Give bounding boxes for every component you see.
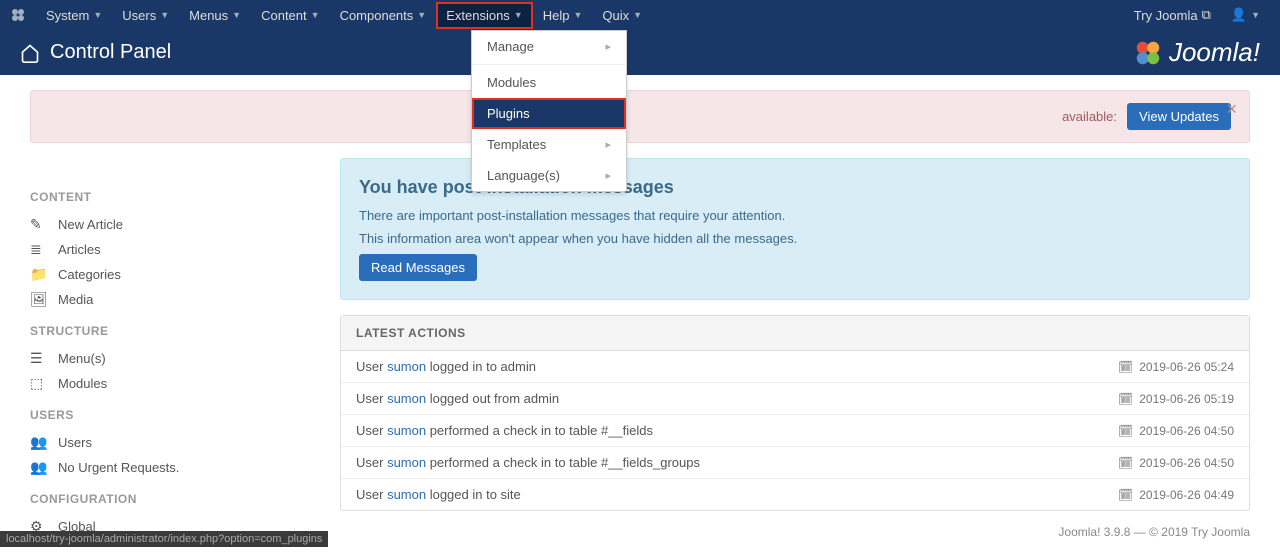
caret-icon: ▼ (633, 10, 642, 20)
sidebar-heading-structure: STRUCTURE (30, 324, 310, 338)
chevron-right-icon: ▸ (605, 40, 611, 53)
sidebar-heading-content: CONTENT (30, 190, 310, 204)
sidebar: CONTENT ✎New Article ≣Articles 📁Categori… (0, 158, 340, 559)
user-icon: 👤 (1231, 7, 1247, 23)
sidebar-heading-config: CONFIGURATION (30, 492, 310, 506)
latest-row: User sumon logged in to admin 🗓2019-06-2… (341, 351, 1249, 383)
read-messages-button[interactable]: Read Messages (359, 254, 477, 281)
sidebar-no-urgent[interactable]: 👥No Urgent Requests. (30, 455, 310, 480)
dropdown-templates[interactable]: Templates▸ (472, 129, 626, 160)
try-joomla-link[interactable]: Try Joomla⧉ (1124, 1, 1221, 29)
chevron-right-icon: ▸ (605, 169, 611, 182)
caret-icon: ▼ (514, 10, 523, 20)
top-navbar: System▼ Users▼ Menus▼ Content▼ Component… (0, 0, 1280, 30)
dropdown-modules[interactable]: Modules (472, 67, 626, 98)
alert-text: available: (1062, 109, 1117, 124)
nav-help[interactable]: Help▼ (533, 2, 593, 29)
caret-icon: ▼ (1251, 10, 1260, 20)
list-icon: ☰ (30, 350, 48, 367)
nav-users[interactable]: Users▼ (112, 2, 179, 29)
image-icon: 🖼 (30, 291, 48, 308)
joomla-small-icon (10, 7, 26, 23)
pencil-icon: ✎ (30, 216, 48, 233)
home-icon (20, 43, 40, 63)
dropdown-plugins[interactable]: Plugins (472, 98, 626, 129)
folder-icon: 📁 (30, 266, 48, 283)
sidebar-new-article[interactable]: ✎New Article (30, 212, 310, 237)
dropdown-manage[interactable]: Manage▸ (472, 31, 626, 62)
latest-row: User sumon performed a check in to table… (341, 447, 1249, 479)
caret-icon: ▼ (573, 10, 582, 20)
close-icon[interactable]: × (1226, 99, 1237, 120)
calendar-icon: 🗓 (1118, 424, 1133, 438)
user-link[interactable]: sumon (387, 487, 426, 502)
user-icon: 👥 (30, 434, 48, 451)
caret-icon: ▼ (232, 10, 241, 20)
main-content: You have post-installation messages Ther… (340, 158, 1280, 559)
nav-quix[interactable]: Quix▼ (592, 2, 652, 29)
nav-system[interactable]: System▼ (36, 2, 112, 29)
user-link[interactable]: sumon (387, 423, 426, 438)
view-updates-button[interactable]: View Updates (1127, 103, 1231, 130)
sidebar-users[interactable]: 👥Users (30, 430, 310, 455)
browser-statusbar: localhost/try-joomla/administrator/index… (0, 531, 328, 547)
sidebar-media[interactable]: 🖼Media (30, 287, 310, 312)
post-install-line2: This information area won't appear when … (359, 231, 1231, 246)
nav-extensions[interactable]: Extensions▼ (436, 2, 533, 29)
caret-icon: ▼ (93, 10, 102, 20)
dropdown-languages[interactable]: Language(s)▸ (472, 160, 626, 191)
external-link-icon: ⧉ (1202, 7, 1211, 23)
latest-row: User sumon logged out from admin 🗓2019-0… (341, 383, 1249, 415)
nav-content[interactable]: Content▼ (251, 2, 329, 29)
caret-icon: ▼ (417, 10, 426, 20)
user-link[interactable]: sumon (387, 455, 426, 470)
sidebar-modules[interactable]: ⬚Modules (30, 371, 310, 396)
extensions-dropdown: Manage▸ Modules Plugins Templates▸ Langu… (471, 30, 627, 192)
calendar-icon: 🗓 (1118, 392, 1133, 406)
sidebar-articles[interactable]: ≣Articles (30, 237, 310, 262)
nav-components[interactable]: Components▼ (330, 2, 437, 29)
caret-icon: ▼ (160, 10, 169, 20)
user-menu[interactable]: 👤▼ (1221, 1, 1270, 29)
user-link[interactable]: sumon (387, 359, 426, 374)
sidebar-heading-users: USERS (30, 408, 310, 422)
updates-alert: available: View Updates × (30, 90, 1250, 143)
nav-menus[interactable]: Menus▼ (179, 2, 251, 29)
footer-text: Joomla! 3.9.8 — © 2019 Try Joomla (1058, 525, 1250, 539)
page-header: Control Panel Joomla! (0, 30, 1280, 75)
calendar-icon: 🗓 (1118, 488, 1133, 502)
stack-icon: ≣ (30, 241, 48, 258)
sidebar-menus[interactable]: ☰Menu(s) (30, 346, 310, 371)
joomla-logo-icon (1133, 38, 1163, 68)
caret-icon: ▼ (311, 10, 320, 20)
chevron-right-icon: ▸ (605, 138, 611, 151)
cube-icon: ⬚ (30, 375, 48, 392)
joomla-logo: Joomla! (1133, 37, 1260, 68)
post-install-line1: There are important post-installation me… (359, 208, 1231, 223)
calendar-icon: 🗓 (1118, 456, 1133, 470)
user-icon: 👥 (30, 459, 48, 476)
sidebar-categories[interactable]: 📁Categories (30, 262, 310, 287)
latest-row: User sumon performed a check in to table… (341, 415, 1249, 447)
latest-row: User sumon logged in to site 🗓2019-06-26… (341, 479, 1249, 510)
user-link[interactable]: sumon (387, 391, 426, 406)
calendar-icon: 🗓 (1118, 360, 1133, 374)
latest-actions-heading: LATEST ACTIONS (341, 316, 1249, 351)
latest-actions-panel: LATEST ACTIONS User sumon logged in to a… (340, 315, 1250, 511)
